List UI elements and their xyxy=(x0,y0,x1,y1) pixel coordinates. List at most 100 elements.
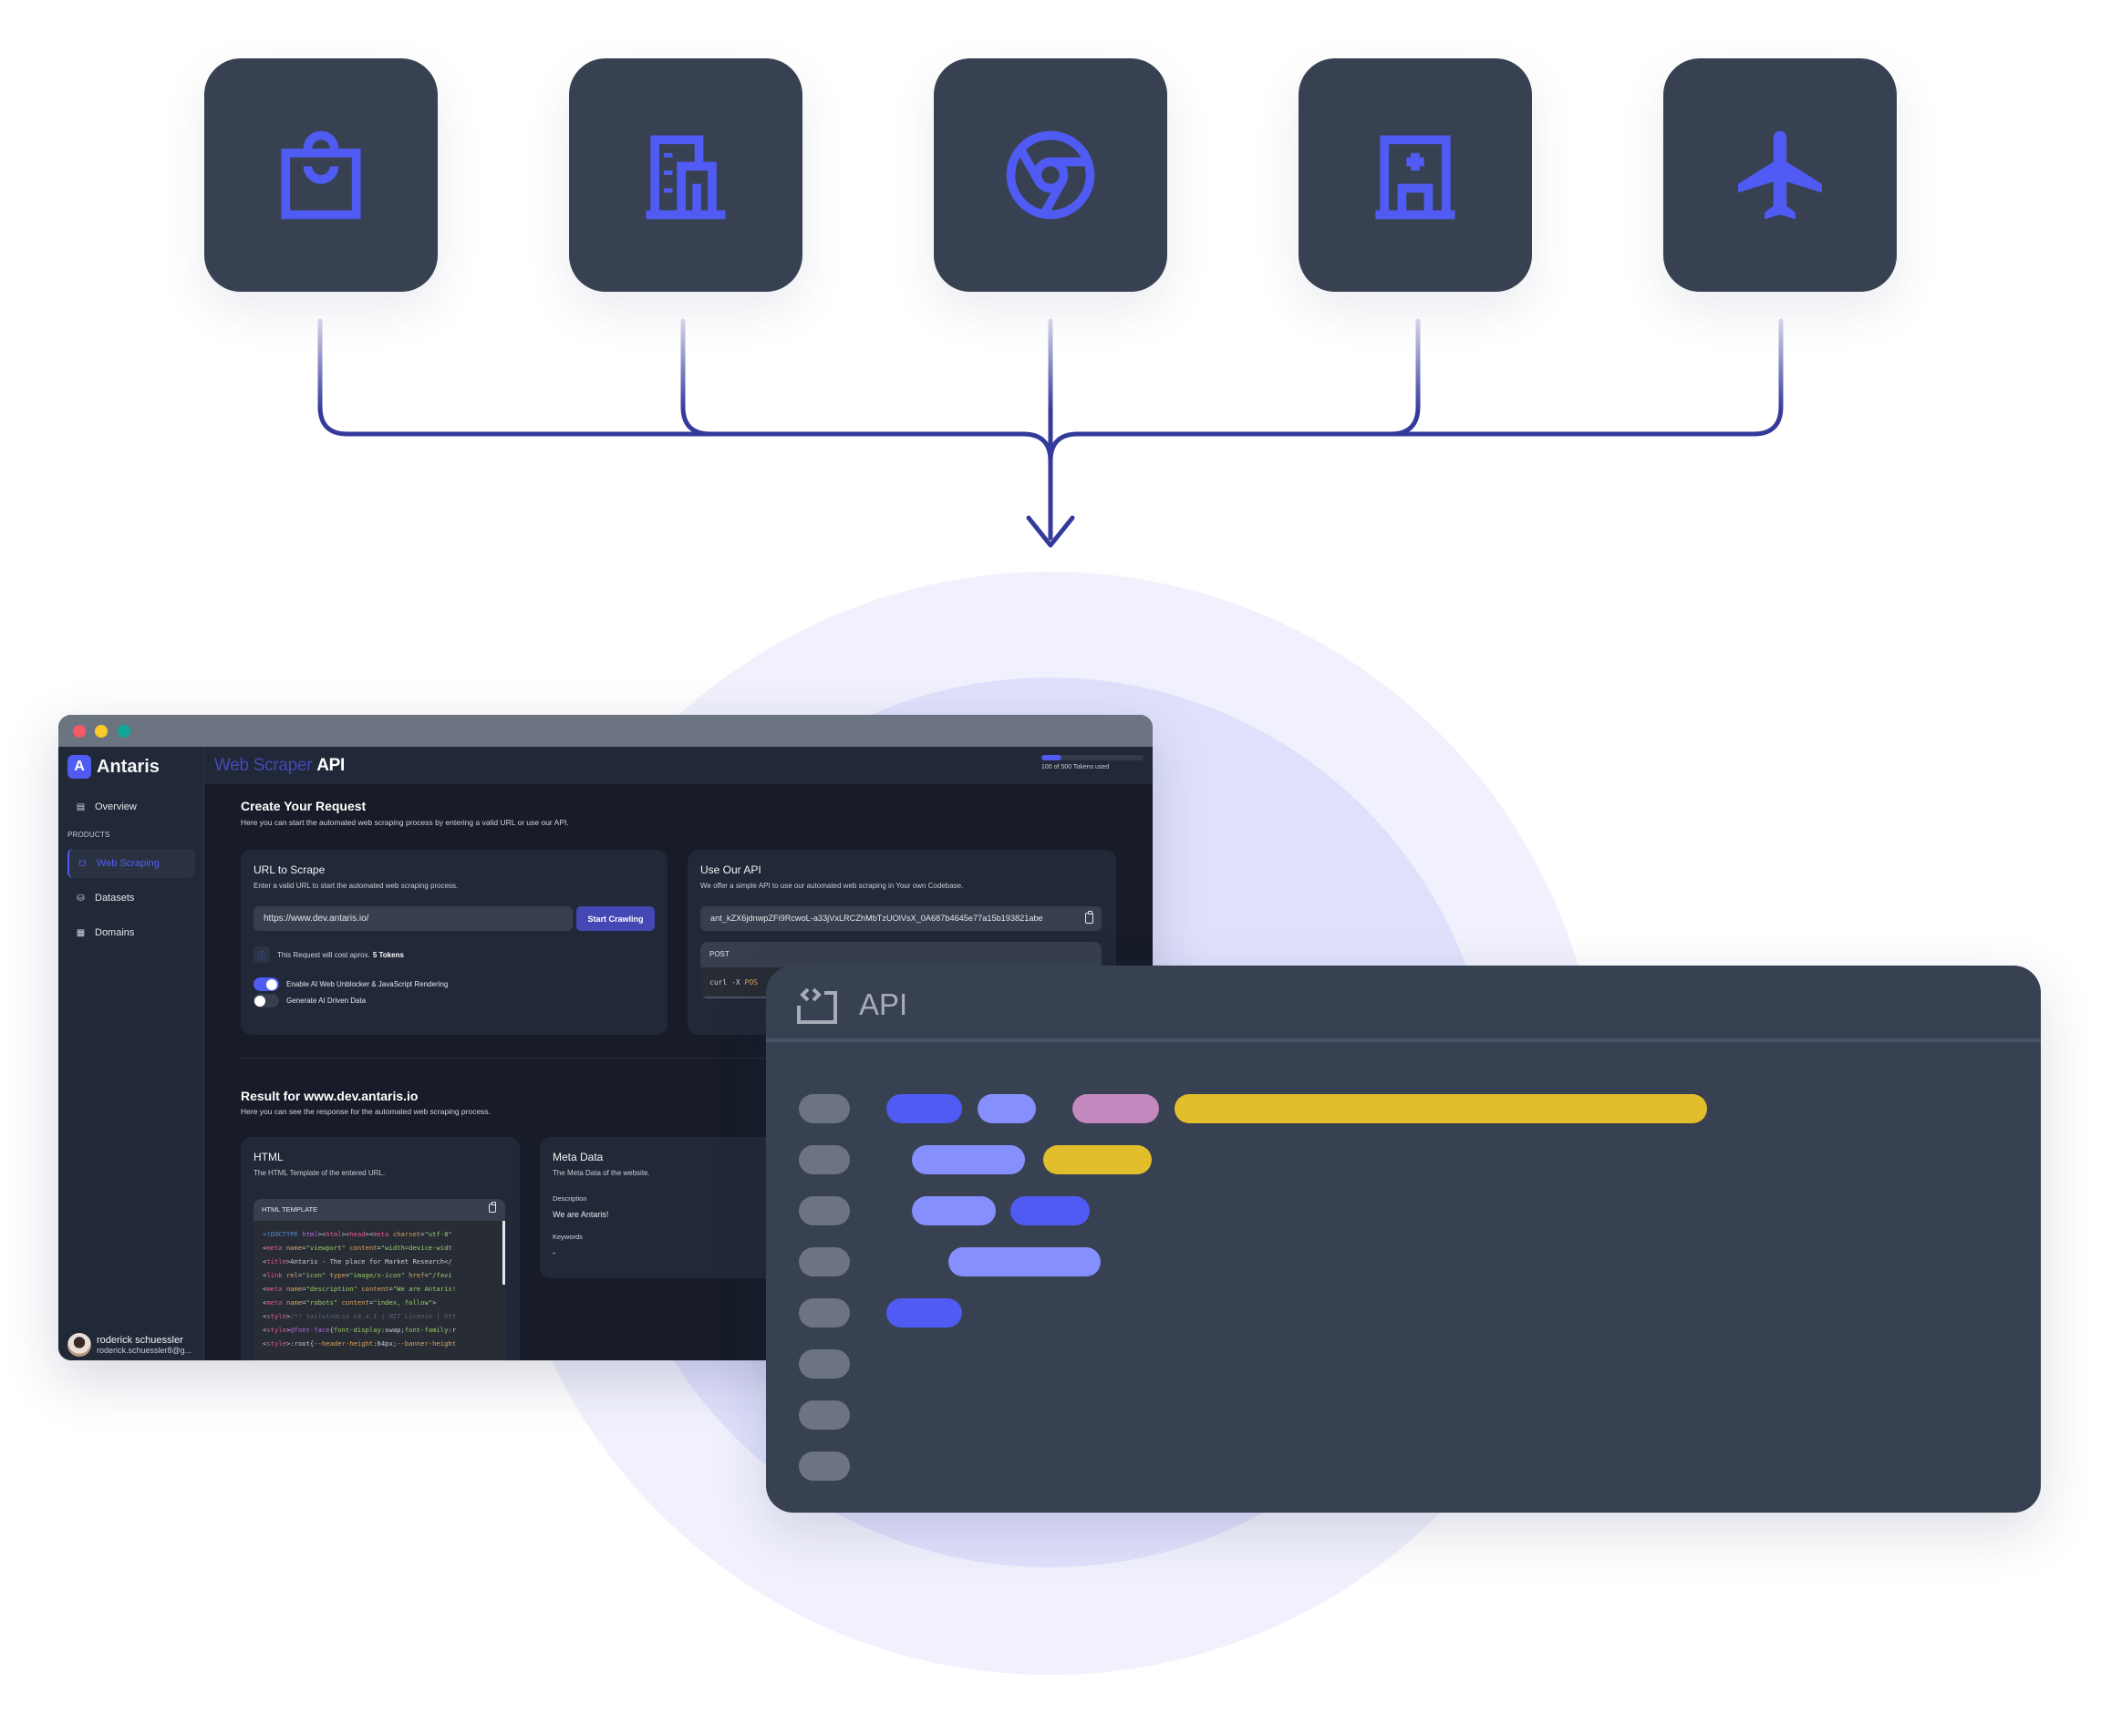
app-header: Web Scraper API 100 of 500 Tokens used xyxy=(204,747,1153,784)
line-number-pill xyxy=(799,1145,850,1174)
api-panel-title: API xyxy=(859,987,908,1021)
meta-description-label: Description xyxy=(553,1194,587,1203)
code-token-light xyxy=(912,1196,996,1225)
window-titlebar xyxy=(58,715,1153,747)
result-description: Here you can see the response for the au… xyxy=(241,1107,492,1116)
sidebar-item-web-scraping[interactable]: ☋ Web Scraping xyxy=(67,849,195,878)
create-request-title: Create Your Request xyxy=(241,799,367,813)
line-number-pill xyxy=(799,1452,850,1481)
office-building-icon xyxy=(646,135,726,220)
code-token-pink xyxy=(1072,1094,1159,1123)
toggle-label: Generate AI Driven Data xyxy=(286,997,367,1005)
card-subtitle: The Meta Data of the website. xyxy=(553,1169,650,1177)
line-number-pill xyxy=(799,1349,850,1379)
table-icon: ▦ xyxy=(76,927,86,938)
connector-travel xyxy=(1048,318,1784,464)
user-name: roderick schuessler xyxy=(97,1335,183,1346)
connector-healthcare xyxy=(1388,318,1421,437)
line-number-pill xyxy=(799,1298,850,1328)
window-close-button[interactable] xyxy=(73,725,86,738)
unblocker-toggle[interactable] xyxy=(254,977,279,991)
sidebar-item-label: Overview xyxy=(95,801,137,812)
copy-clipboard-icon[interactable] xyxy=(489,1202,496,1213)
toggle-row-unblocker: Enable AI Web Unblocker & JavaScript Ren… xyxy=(254,977,448,991)
ai-data-toggle[interactable] xyxy=(254,994,279,1008)
start-crawling-button[interactable]: Start Crawling xyxy=(576,906,655,931)
sidebar: A Antaris ▤ Overview PRODUCTS ☋ Web Scra… xyxy=(58,747,204,1360)
html-template-label: HTML TEMPLATE xyxy=(262,1205,318,1214)
page-title: Web Scraper API xyxy=(214,756,345,776)
page-title-accent: Web Scraper xyxy=(214,756,313,775)
card-title: Meta Data xyxy=(553,1151,604,1163)
token-progress-fill xyxy=(1041,755,1062,760)
meta-keywords-value: - xyxy=(553,1248,555,1257)
code-scrollbar[interactable] xyxy=(502,1221,505,1285)
tile-travel xyxy=(1663,58,1897,292)
code-token-blue xyxy=(1010,1196,1090,1225)
sidebar-item-datasets[interactable]: ⛁ Datasets xyxy=(67,884,195,913)
window-maximize-button[interactable] xyxy=(118,725,130,738)
card-subtitle: Enter a valid URL to start the automated… xyxy=(254,882,459,890)
code-token-light xyxy=(978,1094,1036,1123)
airplane-icon xyxy=(1738,130,1822,220)
sidebar-item-label: Datasets xyxy=(95,893,135,904)
url-input[interactable]: https://www.dev.antaris.io/ xyxy=(254,906,573,931)
chrome-browser-icon xyxy=(1006,130,1095,220)
api-key-value: ant_kZX6jdnwpZFi9RcwoL-a33jVxLRCZhMbTzUO… xyxy=(710,914,1043,923)
code-token-blue xyxy=(886,1094,962,1123)
user-profile[interactable]: roderick schuessler roderick.schuessler8… xyxy=(67,1333,191,1357)
html-template-box: HTML TEMPLATE <!DOCTYPE html><html><head… xyxy=(254,1199,505,1360)
html-code: <!DOCTYPE html><html><head><meta charset… xyxy=(263,1230,457,1348)
api-code-panel: API xyxy=(766,966,2041,1513)
page-title-plain: API xyxy=(316,756,346,775)
code-token-blue xyxy=(886,1298,962,1328)
sidebar-item-domains[interactable]: ▦ Domains xyxy=(67,918,195,947)
meta-description-value: We are Antaris! xyxy=(553,1210,609,1219)
info-icon: ⓘ xyxy=(254,946,270,963)
api-key-field[interactable]: ant_kZX6jdnwpZFi9RcwoL-a33jVxLRCZhMbTzUO… xyxy=(700,906,1102,931)
logo-mark-icon: A xyxy=(67,755,91,779)
tile-healthcare xyxy=(1299,58,1532,292)
curl-method: POS xyxy=(744,978,758,987)
line-number-pill xyxy=(799,1400,850,1430)
token-progress-bar xyxy=(1041,755,1144,760)
api-panel-header: API xyxy=(766,966,2041,1042)
database-icon: ⛁ xyxy=(77,893,85,904)
code-token-yellow xyxy=(1175,1094,1707,1123)
curl-command: curl -X xyxy=(709,978,740,987)
toggle-label: Enable AI Web Unblocker & JavaScript Ren… xyxy=(286,980,449,988)
sidebar-section-label: PRODUCTS xyxy=(67,831,110,839)
card-subtitle: The HTML Template of the entered URL. xyxy=(254,1169,386,1177)
tile-shopping xyxy=(204,58,438,292)
shopping-bag-icon xyxy=(281,130,361,220)
copy-clipboard-icon[interactable] xyxy=(1085,911,1093,924)
token-usage-label: 100 of 500 Tokens used xyxy=(1041,764,1110,770)
code-window-icon xyxy=(797,987,837,1024)
connector-business xyxy=(680,318,713,437)
cost-info: ⓘ This Request will cost aprox. 5 Tokens xyxy=(254,946,404,963)
card-title: HTML xyxy=(254,1151,284,1163)
sidebar-item-label: Web Scraping xyxy=(97,858,160,869)
tile-business xyxy=(569,58,802,292)
sidebar-item-overview[interactable]: ▤ Overview xyxy=(67,792,195,822)
code-token-light xyxy=(912,1145,1025,1174)
code-token-light xyxy=(948,1247,1101,1276)
cost-text: This Request will cost aprox. xyxy=(277,950,370,959)
line-number-pill xyxy=(799,1196,850,1225)
result-title: Result for www.dev.antaris.io xyxy=(241,1089,419,1103)
meta-keywords-label: Keywords xyxy=(553,1233,583,1241)
create-request-description: Here you can start the automated web scr… xyxy=(241,818,569,827)
html-card: HTML The HTML Template of the entered UR… xyxy=(241,1137,520,1360)
card-subtitle: We offer a simple API to use our automat… xyxy=(700,882,964,890)
card-title: URL to Scrape xyxy=(254,863,326,876)
arrow-down-icon xyxy=(1026,515,1075,548)
http-method-label: POST xyxy=(709,950,730,958)
user-email: roderick.schuessler8@g... xyxy=(97,1346,192,1355)
sidebar-item-label: Domains xyxy=(95,927,135,938)
window-minimize-button[interactable] xyxy=(95,725,108,738)
logo-text: Antaris xyxy=(97,756,160,777)
card-title: Use Our API xyxy=(700,863,761,876)
logo[interactable]: A Antaris xyxy=(67,755,160,779)
html-template-header: HTML TEMPLATE xyxy=(254,1199,505,1221)
toggle-row-ai-data: Generate AI Driven Data xyxy=(254,994,366,1008)
